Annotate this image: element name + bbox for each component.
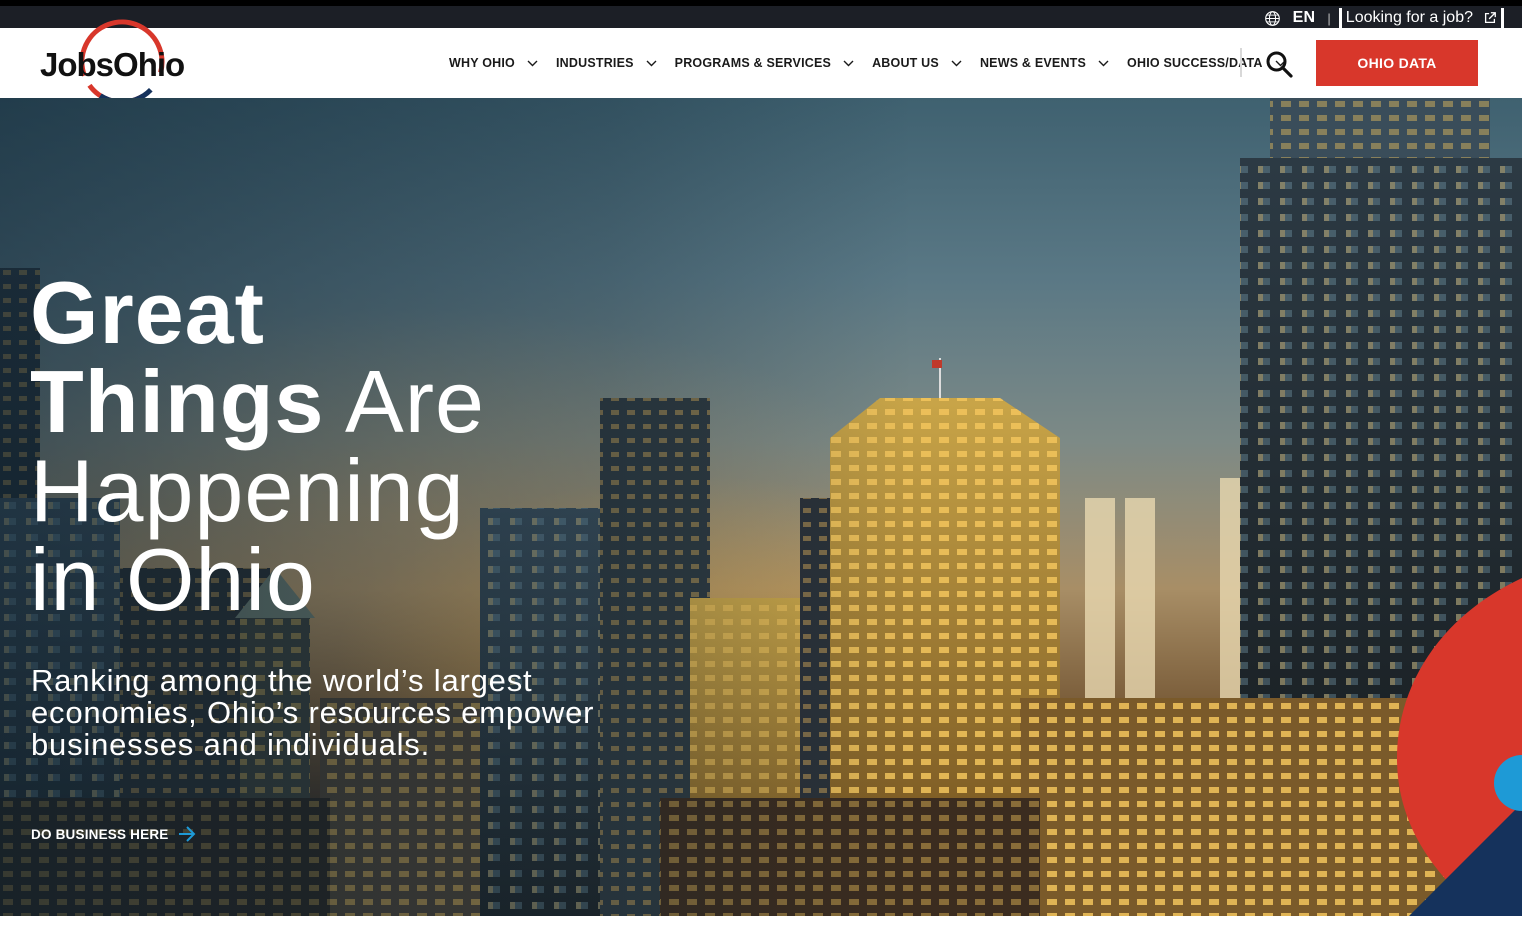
chevron-down-icon [843,60,854,66]
chevron-down-icon [527,60,538,66]
chevron-down-icon [951,60,962,66]
nav-item-label: OHIO SUCCESS/DATA [1127,56,1263,70]
main-header: JobsOhio WHY OHIO INDUSTRIES PROGRAMS & SE… [0,19,1522,105]
do-business-here-link[interactable]: DO BUSINESS HERE [31,826,196,842]
nav-item-label: ABOUT US [872,56,939,70]
language-selector[interactable]: EN [1293,9,1316,27]
brand-arc-graphic [1397,578,1522,916]
job-search-link[interactable]: Looking for a job? [1338,8,1504,28]
nav-item-ohio-success-data[interactable]: OHIO SUCCESS/DATA [1127,56,1286,70]
search-icon[interactable] [1265,50,1293,78]
headline-great: Great [30,263,265,362]
globe-icon[interactable] [1264,10,1281,27]
utility-links: EN | Looking for a job? [1264,8,1504,28]
headline-happening: Happening [30,441,465,540]
hero-headline: Great Things Are Happening in Ohio [30,268,485,624]
nav-item-label: WHY OHIO [449,56,515,70]
arrow-right-icon [179,826,196,842]
ohio-data-button[interactable]: OHIO DATA [1316,40,1478,86]
nav-item-about-us[interactable]: ABOUT US [872,56,962,70]
headline-are: Are [345,352,485,451]
primary-nav: WHY OHIO INDUSTRIES PROGRAMS & SERVICES ABO… [449,28,1304,98]
nav-item-industries[interactable]: INDUSTRIES [556,56,657,70]
utility-separator: | [1327,10,1331,26]
nav-item-label: INDUSTRIES [555,56,634,70]
do-business-here-label: DO BUSINESS HERE [31,826,169,842]
nav-divider [1240,48,1242,77]
utility-bar: EN | Looking for a job? [0,0,1522,28]
headline-in-ohio: in Ohio [30,530,316,629]
headline-things: Things [30,352,325,451]
nav-item-news-events[interactable]: NEWS & EVENTS [980,56,1109,70]
hero-subtitle: Ranking among the world’s largest econom… [31,663,595,762]
page-bottom-strip [0,916,1522,942]
jobsohio-logo[interactable]: JobsOhio [36,16,206,108]
chevron-down-icon [646,60,657,66]
nav-item-programs-services[interactable]: PROGRAMS & SERVICES [675,56,854,70]
external-link-icon [1484,12,1496,24]
job-search-label: Looking for a job? [1345,9,1473,26]
nav-item-why-ohio[interactable]: WHY OHIO [449,56,538,70]
nav-item-label: NEWS & EVENTS [979,56,1087,70]
chevron-down-icon [1098,60,1109,66]
logo-wordmark: JobsOhio [40,46,184,83]
nav-item-label: PROGRAMS & SERVICES [674,56,832,70]
hero-section: Great Things Are Happening in Ohio Ranki… [0,98,1522,916]
